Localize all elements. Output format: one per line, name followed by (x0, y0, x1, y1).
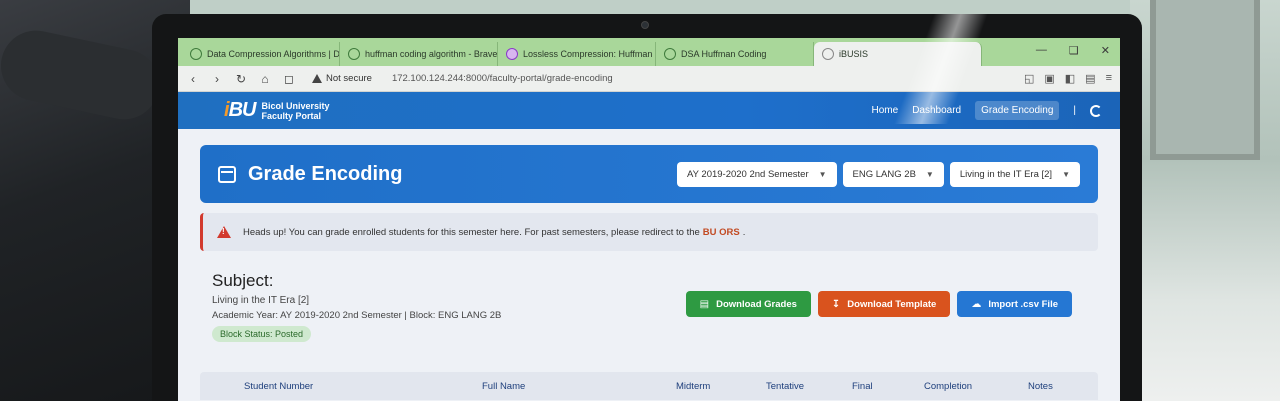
tab-favicon-icon (190, 48, 202, 60)
home-icon[interactable]: ⌂ (258, 72, 272, 86)
download-template-label: Download Template (847, 298, 937, 310)
tab-favicon-icon (822, 48, 834, 60)
semester-select-value: AY 2019-2020 2nd Semester (686, 168, 809, 180)
column-header-full-name[interactable]: Full Name (482, 381, 525, 392)
bookmark-icon[interactable]: ◻ (282, 72, 296, 86)
tab-favicon-icon (664, 48, 676, 60)
window-controls: — ❑ ✕ (1036, 44, 1110, 57)
semester-select[interactable]: AY 2019-2020 2nd Semester ▼ (676, 161, 837, 187)
security-label: Not secure (326, 73, 372, 84)
subject-info: Subject: Living in the IT Era [2] Academ… (212, 271, 686, 342)
logo-mark: iBU (224, 99, 256, 121)
extensions-icon[interactable]: ▣ (1044, 72, 1054, 85)
tab-title: Data Compression Algorithms | Drei (207, 49, 340, 59)
browser-tab-strip: Data Compression Algorithms | Drei huffm… (178, 38, 1120, 66)
address-bar: ‹ › ↻ ⌂ ◻ Not secure 172.100.124.244:800… (178, 66, 1120, 92)
page-content: Grade Encoding AY 2019-2020 2nd Semester… (178, 129, 1120, 400)
subject-select-value: Living in the IT Era [2] (959, 168, 1053, 180)
column-header-completion[interactable]: Completion (924, 381, 972, 392)
import-csv-button[interactable]: ☁ Import .csv File (957, 291, 1072, 317)
nav-separator: | (1073, 105, 1076, 116)
download-grades-label: Download Grades (716, 298, 797, 310)
backpack-strap (0, 24, 166, 126)
info-alert: Heads up! You can grade enrolled student… (200, 213, 1098, 251)
subject-heading: Subject: (212, 271, 274, 290)
tab-favicon-icon (348, 48, 360, 60)
chevron-down-icon: ▼ (1062, 169, 1070, 179)
main-nav: Home Dashboard Grade Encoding | (872, 101, 1102, 120)
chevron-down-icon: ▼ (925, 169, 934, 179)
subject-name: Living in the IT Era [2] (212, 295, 310, 306)
tab-title: Lossless Compression: Huffman Cod (523, 49, 655, 59)
tab-title: DSA Huffman Coding (681, 49, 767, 59)
action-buttons: ▤ Download Grades ↧ Download Template ☁ … (685, 291, 1072, 342)
page-title: Grade Encoding (248, 162, 403, 185)
browser-toolbar-icons: ◱ ▣ ◧ ▤ ≡ (1024, 72, 1112, 85)
import-csv-label: Import .csv File (988, 298, 1058, 310)
column-header-final[interactable]: Final (852, 381, 873, 392)
logo-line-1: Bicol University (261, 100, 330, 111)
back-icon[interactable]: ‹ (186, 72, 200, 86)
column-header-student-number[interactable]: Student Number (244, 381, 313, 392)
forward-icon[interactable]: › (210, 72, 224, 86)
logo-line-2: Faculty Portal (261, 110, 321, 121)
browser-tab[interactable]: Lossless Compression: Huffman Cod (498, 42, 656, 66)
menu-icon[interactable]: ≡ (1106, 72, 1112, 85)
tab-favicon-icon (506, 48, 518, 60)
subject-meta: Academic Year: AY 2019-2020 2nd Semester… (212, 310, 502, 321)
share-icon[interactable]: ◱ (1024, 72, 1034, 85)
bu-ors-link[interactable]: BU ORS (703, 227, 740, 238)
block-select[interactable]: ENG LANG 2B ▼ (842, 161, 944, 187)
window-frame (1150, 0, 1260, 160)
security-indicator[interactable]: Not secure (312, 73, 372, 84)
browser-tab[interactable]: huffman coding algorithm - Brave Se (340, 42, 498, 66)
tab-title: huffman coding algorithm - Brave Se (365, 49, 498, 59)
status-badge: Block Status: Posted (212, 326, 312, 342)
nav-dashboard[interactable]: Dashboard (912, 105, 961, 116)
column-header-tentative[interactable]: Tentative (766, 381, 804, 392)
close-icon[interactable]: ✕ (1101, 44, 1110, 57)
file-icon: ▤ (699, 298, 710, 310)
alert-text: Heads up! You can grade enrolled student… (243, 226, 700, 238)
maximize-icon[interactable]: ❑ (1069, 44, 1079, 57)
site-header: iBU Bicol University Faculty Portal Home… (178, 92, 1120, 129)
tab-title: iBUSIS (839, 49, 869, 59)
minimize-icon[interactable]: — (1036, 44, 1047, 57)
nav-grade-encoding[interactable]: Grade Encoding (975, 101, 1060, 120)
download-grades-button[interactable]: ▤ Download Grades (685, 291, 811, 317)
grades-table-header: Student Number Full Name Midterm Tentati… (200, 372, 1098, 400)
url-field[interactable]: 172.100.124.244:8000/faculty-portal/grad… (392, 73, 1014, 84)
page-banner: Grade Encoding AY 2019-2020 2nd Semester… (200, 145, 1098, 203)
site-logo[interactable]: iBU Bicol University Faculty Portal (224, 99, 329, 122)
subject-select[interactable]: Living in the IT Era [2] ▼ (949, 161, 1080, 187)
browser-tab[interactable]: Data Compression Algorithms | Drei (182, 42, 340, 66)
background-window (1130, 0, 1280, 401)
webcam (641, 21, 649, 29)
warning-icon (312, 74, 322, 83)
browser-tab[interactable]: DSA Huffman Coding (656, 42, 814, 66)
browser-tab-active[interactable]: iBUSIS (814, 42, 982, 66)
logo-text: Bicol University Faculty Portal (261, 101, 329, 121)
laptop-screen: Data Compression Algorithms | Drei huffm… (178, 38, 1120, 401)
wallet-icon[interactable]: ▤ (1085, 72, 1095, 85)
reload-icon[interactable]: ↻ (234, 72, 248, 86)
dark-mode-icon[interactable] (1090, 104, 1102, 117)
alert-text-end: . (742, 226, 746, 238)
warning-icon (217, 226, 231, 238)
calendar-icon (218, 165, 236, 183)
column-header-midterm[interactable]: Midterm (676, 381, 710, 392)
column-header-notes[interactable]: Notes (1028, 381, 1053, 392)
subject-section: Subject: Living in the IT Era [2] Academ… (200, 271, 1098, 342)
nav-home[interactable]: Home (872, 105, 899, 116)
block-select-value: ENG LANG 2B (852, 168, 916, 180)
filter-selects: AY 2019-2020 2nd Semester ▼ ENG LANG 2B … (676, 161, 1080, 187)
sidebar-icon[interactable]: ◧ (1065, 72, 1075, 85)
download-template-button[interactable]: ↧ Download Template (817, 291, 951, 317)
download-icon: ↧ (831, 298, 841, 310)
chevron-down-icon: ▼ (818, 169, 827, 179)
cloud-upload-icon: ☁ (971, 298, 982, 310)
